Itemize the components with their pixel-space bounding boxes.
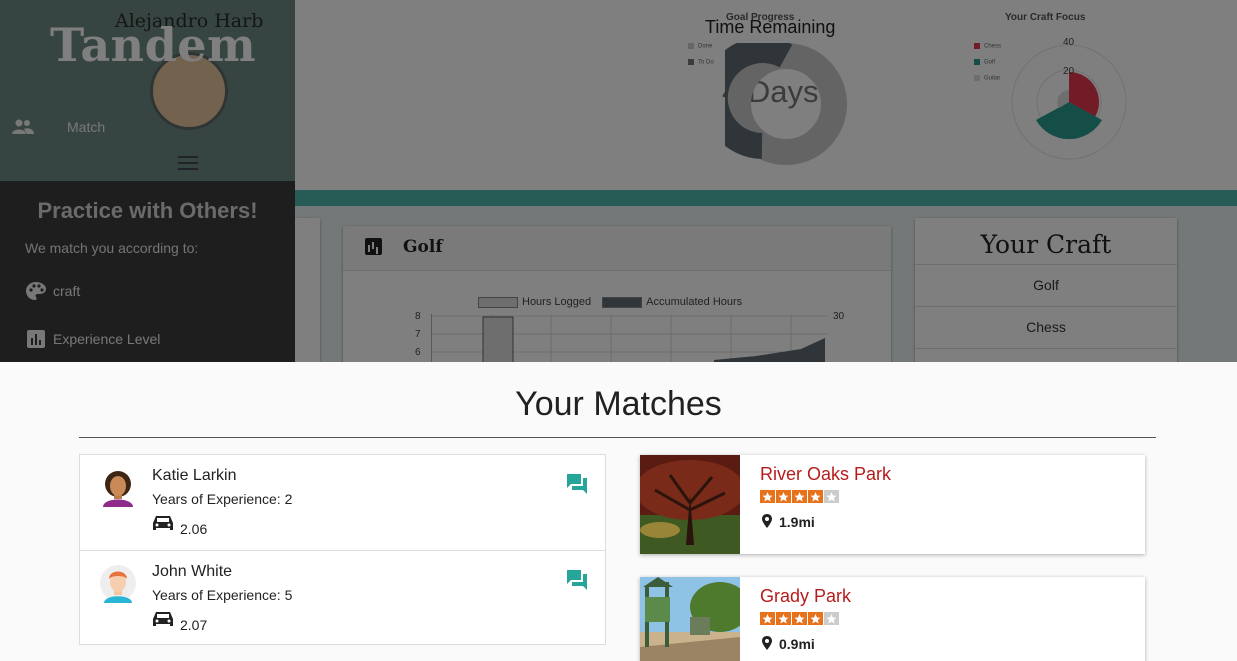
park-rating	[760, 490, 840, 503]
match-experience: Years of Experience: 5	[152, 587, 293, 603]
chat-icon[interactable]	[566, 473, 588, 495]
park-card[interactable]: Grady Park 0.9mi	[640, 577, 1145, 661]
park-distance: 0.9mi	[779, 636, 815, 652]
star-filled-icon	[792, 612, 807, 625]
star-filled-icon	[776, 612, 791, 625]
star-filled-icon	[760, 490, 775, 503]
matches-panel: Your Matches Katie Larkin Years of Exper…	[0, 362, 1237, 661]
star-filled-icon	[792, 490, 807, 503]
location-pin-icon	[762, 636, 772, 650]
star-filled-icon	[808, 490, 823, 503]
park-name[interactable]: River Oaks Park	[760, 464, 891, 485]
car-icon	[153, 612, 173, 626]
park-name[interactable]: Grady Park	[760, 586, 851, 607]
park-distance: 1.9mi	[779, 514, 815, 530]
park-rating	[760, 612, 840, 625]
star-filled-icon	[760, 612, 775, 625]
star-empty-icon	[824, 612, 839, 625]
star-filled-icon	[776, 490, 791, 503]
modal-backdrop[interactable]	[0, 0, 1237, 362]
woman-avatar-icon	[103, 471, 133, 507]
match-row[interactable]: John White Years of Experience: 5 2.07	[80, 550, 605, 645]
location-pin-icon	[762, 514, 772, 528]
chat-icon[interactable]	[566, 569, 588, 591]
park-card[interactable]: River Oaks Park 1.9mi	[640, 455, 1145, 554]
match-experience: Years of Experience: 2	[152, 491, 293, 507]
match-distance: 2.07	[180, 617, 208, 633]
match-list: Katie Larkin Years of Experience: 2 2.06	[79, 454, 606, 645]
dashboard-background: Time Remaining 4 Days Goal Progress Done…	[0, 0, 1237, 362]
star-filled-icon	[808, 612, 823, 625]
man-avatar-icon	[100, 565, 136, 603]
page-title: Your Matches	[515, 385, 722, 423]
match-name: John White	[152, 563, 233, 580]
title-divider	[79, 437, 1156, 438]
match-name: Katie Larkin	[152, 467, 237, 484]
park-photo	[640, 577, 740, 661]
park-photo	[640, 455, 740, 554]
match-distance: 2.06	[180, 521, 208, 537]
car-icon	[153, 516, 173, 530]
star-empty-icon	[824, 490, 839, 503]
match-row[interactable]: Katie Larkin Years of Experience: 2 2.06	[80, 455, 605, 550]
